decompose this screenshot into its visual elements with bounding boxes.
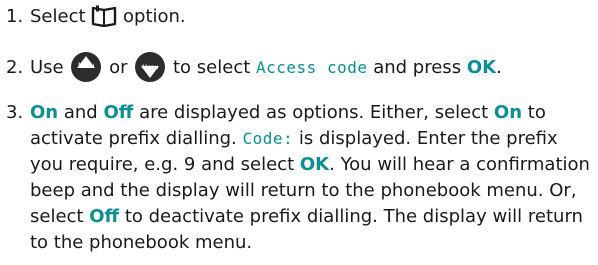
- on-keyword: On: [493, 102, 523, 123]
- step-3: On and Off are displayed as options. Eit…: [30, 100, 592, 256]
- ok-keyword: OK: [299, 154, 330, 175]
- nav-up-menu-icon: [71, 52, 102, 82]
- step-number: 1.: [6, 6, 24, 27]
- step-text: or: [109, 57, 128, 78]
- step-text: to select: [173, 57, 251, 78]
- step-text: Select: [30, 6, 86, 27]
- step-number: 2.: [6, 57, 24, 78]
- nav-down-menu-icon: [135, 52, 166, 82]
- step-3-number-row: 3.: [6, 100, 30, 126]
- ok-keyword: OK: [466, 57, 497, 78]
- display-text-access-code: Access code: [256, 58, 368, 77]
- step-text: option.: [123, 6, 186, 27]
- phonebook-icon: [91, 5, 117, 35]
- step-text: and: [63, 102, 98, 123]
- off-keyword: Off: [103, 102, 134, 123]
- step-number: 3.: [6, 102, 24, 123]
- step-text: and press: [373, 57, 462, 78]
- display-text-code: Code:: [242, 129, 294, 148]
- step-text: .: [496, 57, 502, 78]
- off-keyword: Off: [89, 206, 120, 227]
- step-text: are displayed as options. Either, select: [139, 102, 489, 123]
- on-keyword: On: [30, 102, 59, 123]
- step-text: Use: [30, 57, 64, 78]
- step-1: 1. Select option.: [6, 4, 186, 35]
- instruction-page: 1. Select option. 2. Use or to select Acce…: [0, 0, 598, 265]
- step-2: 2. Use or to select Access code and press…: [6, 52, 502, 82]
